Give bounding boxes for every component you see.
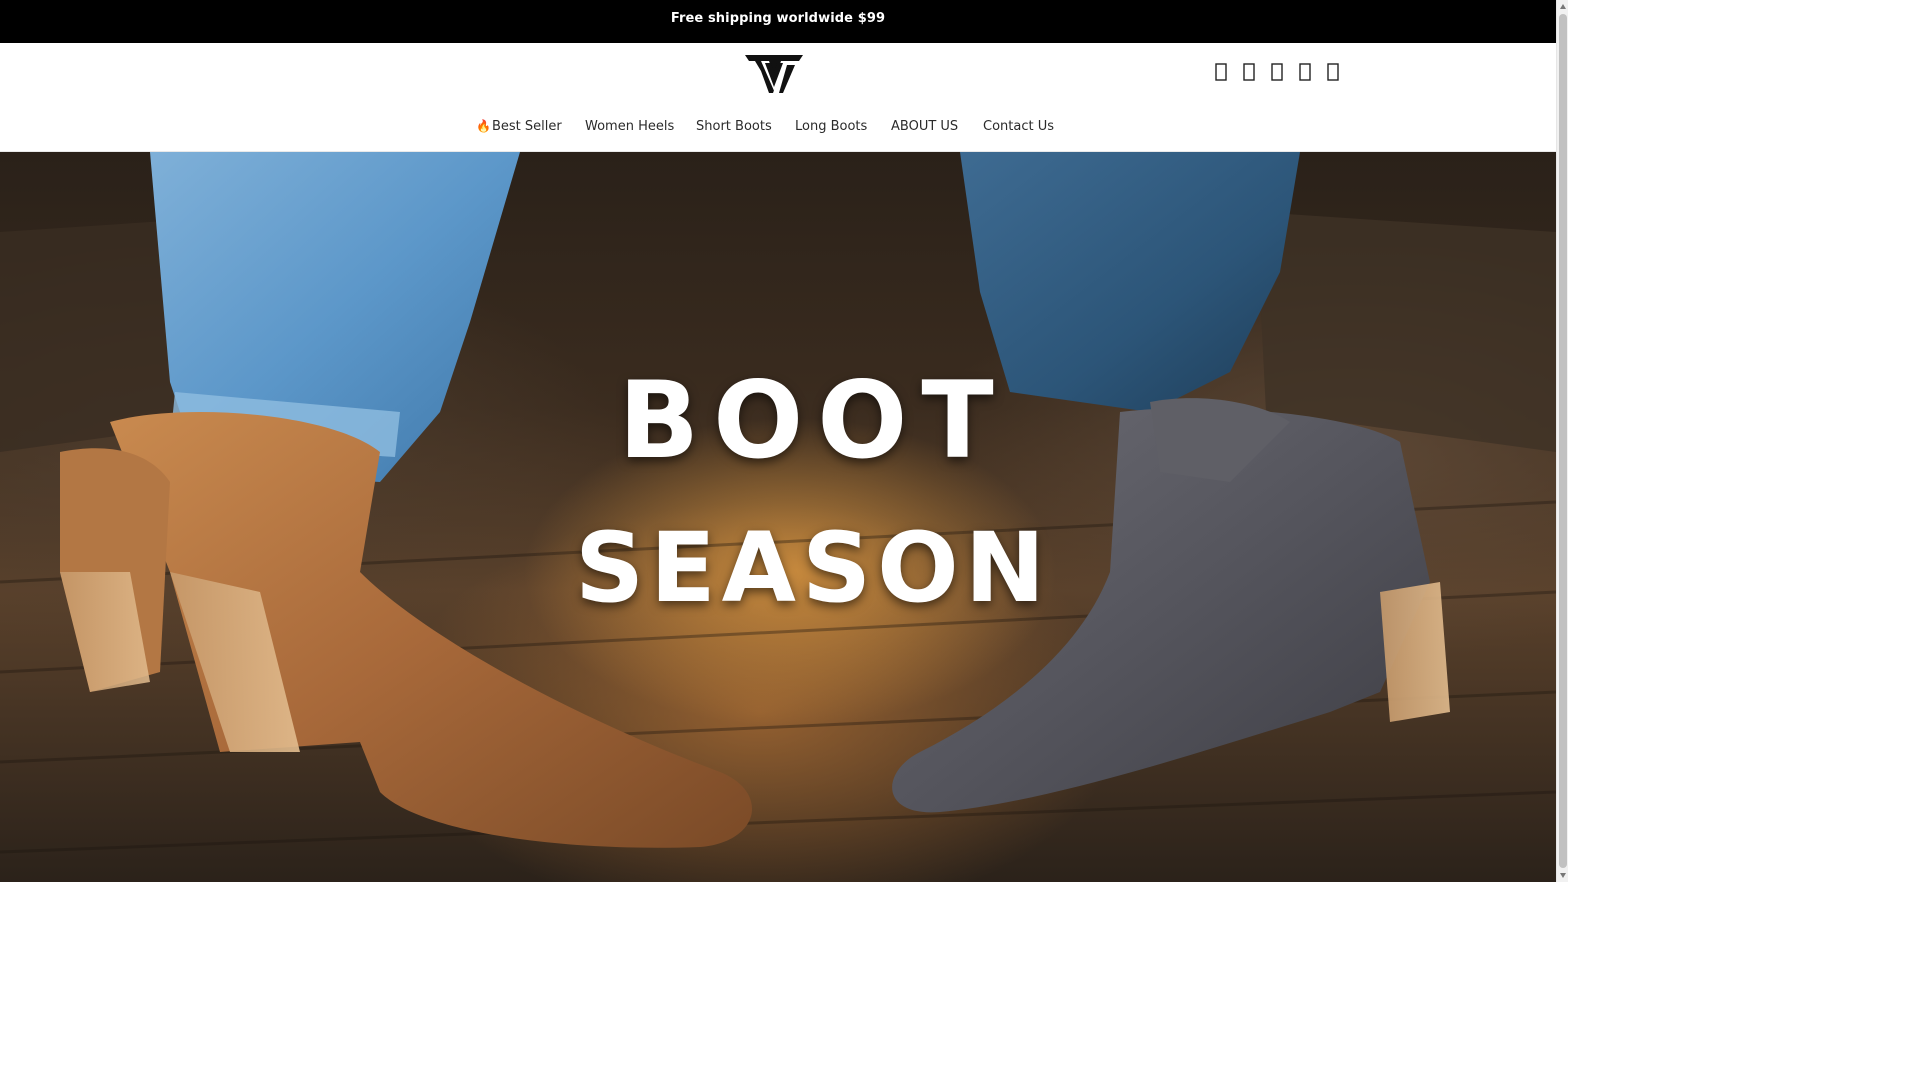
nav-item-best-seller[interactable]: 🔥Best Seller (476, 119, 562, 134)
page-scrollbar[interactable] (1556, 0, 1568, 882)
nav-item-label: Long Boots (795, 119, 868, 134)
fire-icon: 🔥 (476, 119, 491, 133)
nav-item-label: Best Seller (491, 119, 562, 134)
announcement-bar: Free shipping worldwide $99 (0, 0, 1556, 43)
scroll-up-arrow-icon[interactable] (1559, 2, 1567, 12)
cart-icon[interactable] (1323, 61, 1343, 83)
announcement-text: Free shipping worldwide $99 (670, 11, 886, 26)
nav-item-label: Short Boots (696, 119, 772, 134)
main-nav: 🔥Best Seller Women Heels Short Boots Lon… (0, 119, 1556, 143)
brand-logo[interactable] (743, 53, 805, 95)
nav-item-label: Contact Us (983, 119, 1054, 134)
scrollbar-thumb[interactable] (1559, 14, 1567, 868)
hero-title-line1: BOOT (618, 359, 1008, 482)
nav-item-label: ABOUT US (891, 119, 959, 134)
search-icon[interactable] (1211, 61, 1231, 83)
hero-title: BOOT SEASON (548, 362, 1078, 628)
account-icon[interactable] (1239, 61, 1259, 83)
wishlist-icon[interactable] (1267, 61, 1287, 83)
nav-item-contact-us[interactable]: Contact Us (983, 119, 1054, 134)
nav-item-label: Women Heels (585, 119, 675, 134)
scroll-down-arrow-icon[interactable] (1559, 870, 1567, 880)
storefront-page: Free shipping worldwide $99 🔥Best Seller… (0, 0, 1556, 882)
hero-banner[interactable]: BOOT SEASON (0, 152, 1556, 882)
nav-item-women-heels[interactable]: Women Heels (585, 119, 674, 134)
brand-logo-mark (745, 55, 803, 93)
nav-item-about-us[interactable]: ABOUT US (891, 119, 958, 134)
nav-item-long-boots[interactable]: Long Boots (795, 119, 867, 134)
currency-icon[interactable] (1295, 61, 1315, 83)
header-icons (1211, 61, 1343, 83)
site-header: 🔥Best Seller Women Heels Short Boots Lon… (0, 43, 1556, 152)
hero-title-line2: SEASON (574, 512, 1052, 624)
nav-item-short-boots[interactable]: Short Boots (696, 119, 772, 134)
